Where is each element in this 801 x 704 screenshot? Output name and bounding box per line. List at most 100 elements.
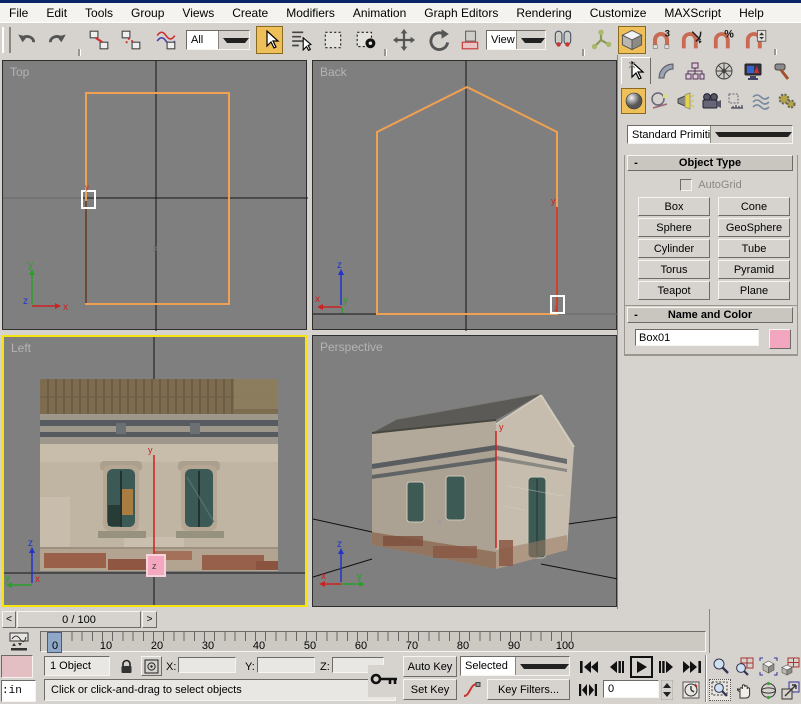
previous-frame-button[interactable] xyxy=(605,657,627,677)
selection-filter-dropdown[interactable]: All xyxy=(186,30,250,50)
object-button-box[interactable]: Box xyxy=(638,197,710,216)
menu-views[interactable]: Views xyxy=(173,4,223,22)
viewport-left-label[interactable]: Left xyxy=(11,341,31,355)
time-slider-prev-button[interactable]: < xyxy=(2,611,16,628)
default-tangent-button[interactable] xyxy=(460,679,484,700)
rectangular-selection-region-button[interactable] xyxy=(320,27,346,53)
object-button-tube[interactable]: Tube xyxy=(718,239,790,258)
select-and-rotate-button[interactable] xyxy=(424,27,452,53)
track-bar-ruler[interactable]: 0 10 20 30 40 50 60 70 80 90 100 xyxy=(40,631,706,653)
y-coordinate-field[interactable] xyxy=(257,657,315,673)
rollout-collapse-icon[interactable]: - xyxy=(628,157,644,169)
object-button-cylinder[interactable]: Cylinder xyxy=(638,239,710,258)
toolbar-drag-handle[interactable] xyxy=(2,27,11,53)
set-key-button[interactable]: Set Key xyxy=(403,679,457,700)
tab-create[interactable] xyxy=(621,57,651,84)
geometry-button[interactable] xyxy=(621,88,647,114)
menu-graph-editors[interactable]: Graph Editors xyxy=(415,4,507,22)
name-color-header[interactable]: - Name and Color xyxy=(627,307,793,323)
systems-button[interactable] xyxy=(775,88,799,114)
viewport-perspective[interactable]: Perspective y x z x y xyxy=(312,335,618,607)
use-center-button[interactable] xyxy=(550,27,576,53)
menu-help[interactable]: Help xyxy=(730,4,773,22)
redo-button[interactable] xyxy=(44,27,70,53)
key-filters-button[interactable]: Key Filters... xyxy=(487,679,570,700)
object-button-torus[interactable]: Torus xyxy=(638,260,710,279)
dropdown-arrow-icon[interactable] xyxy=(217,31,249,49)
shapes-button[interactable] xyxy=(647,88,671,114)
dropdown-arrow-icon[interactable] xyxy=(709,126,792,143)
set-keys-button[interactable] xyxy=(368,665,402,697)
play-animation-button[interactable] xyxy=(630,656,653,678)
menu-group[interactable]: Group xyxy=(122,4,173,22)
select-object-button[interactable] xyxy=(256,26,283,54)
menu-customize[interactable]: Customize xyxy=(581,4,656,22)
auto-key-button[interactable]: Auto Key xyxy=(403,656,457,677)
x-coordinate-field[interactable] xyxy=(178,657,236,673)
arc-rotate-button[interactable] xyxy=(757,679,779,701)
key-mode-dropdown[interactable]: Selected xyxy=(460,656,570,676)
object-button-cone[interactable]: Cone xyxy=(718,197,790,216)
viewport-top-label[interactable]: Top xyxy=(10,65,29,79)
undo-button[interactable] xyxy=(14,27,40,53)
menu-rendering[interactable]: Rendering xyxy=(507,4,580,22)
pan-button[interactable] xyxy=(733,679,755,701)
go-to-end-button[interactable] xyxy=(679,657,705,677)
tab-motion[interactable] xyxy=(709,57,738,84)
dropdown-arrow-icon[interactable] xyxy=(515,31,545,49)
object-color-swatch[interactable] xyxy=(769,329,791,349)
object-name-field[interactable] xyxy=(635,329,759,346)
select-and-link-button[interactable] xyxy=(86,27,112,53)
viewport-back-label[interactable]: Back xyxy=(320,65,347,79)
time-configuration-button[interactable] xyxy=(679,680,702,700)
unlink-selection-button[interactable] xyxy=(118,27,144,53)
object-button-pyramid[interactable]: Pyramid xyxy=(718,260,790,279)
object-button-teapot[interactable]: Teapot xyxy=(638,281,710,300)
tab-utilities[interactable] xyxy=(767,57,796,84)
autogrid-checkbox[interactable] xyxy=(680,179,693,191)
zoom-extents-all-button[interactable] xyxy=(780,655,801,677)
menu-tools[interactable]: Tools xyxy=(76,4,122,22)
window-crossing-button[interactable] xyxy=(352,27,380,53)
time-slider-handle[interactable]: 0 / 100 xyxy=(17,611,141,628)
time-slider-track[interactable]: < 0 / 100 > xyxy=(0,609,709,631)
percent-snap-button[interactable]: % xyxy=(710,27,736,53)
object-button-plane[interactable]: Plane xyxy=(718,281,790,300)
object-button-sphere[interactable]: Sphere xyxy=(638,218,710,237)
frame-spinner[interactable] xyxy=(660,679,674,701)
tab-display[interactable] xyxy=(738,57,767,84)
select-and-scale-button[interactable] xyxy=(458,27,482,53)
viewport-back[interactable]: Back y z z x y xyxy=(312,60,618,331)
key-mode-toggle-button[interactable] xyxy=(576,680,600,700)
snap-3d-button[interactable]: 3 xyxy=(648,27,674,53)
min-max-toggle-button[interactable] xyxy=(780,679,801,701)
helpers-button[interactable] xyxy=(724,88,748,114)
viewport-left[interactable]: Left y z z y x xyxy=(2,335,307,607)
next-frame-button[interactable] xyxy=(656,657,678,677)
bind-to-spacewarp-button[interactable] xyxy=(152,27,180,53)
open-mini-curve-editor-button[interactable] xyxy=(4,631,34,652)
select-and-manipulate-button[interactable] xyxy=(588,27,614,53)
spinner-snap-button[interactable] xyxy=(742,27,768,53)
current-frame-field[interactable] xyxy=(603,680,659,698)
angle-snap-button[interactable] xyxy=(678,27,704,53)
menu-animation[interactable]: Animation xyxy=(344,4,415,22)
track-bar[interactable]: 0 10 20 30 40 50 60 70 80 90 100 xyxy=(0,630,709,654)
absolute-mode-button[interactable] xyxy=(141,656,162,676)
zoom-button[interactable] xyxy=(709,655,731,677)
object-button-geosphere[interactable]: GeoSphere xyxy=(718,218,790,237)
selection-lock-button[interactable] xyxy=(117,657,136,676)
viewport-top[interactable]: Top y y x z x xyxy=(2,60,308,331)
time-slider-next-button[interactable]: > xyxy=(142,611,157,628)
zoom-all-button[interactable] xyxy=(733,655,755,677)
viewport-perspective-label[interactable]: Perspective xyxy=(320,340,383,354)
listener-input-line[interactable]: :in xyxy=(1,680,36,702)
dropdown-arrow-icon[interactable] xyxy=(514,657,569,675)
tab-modify[interactable] xyxy=(651,57,680,84)
select-by-name-button[interactable] xyxy=(288,27,314,53)
menu-edit[interactable]: Edit xyxy=(37,4,76,22)
snaps-toggle-button[interactable] xyxy=(618,26,646,54)
spacewarps-button[interactable] xyxy=(749,88,773,114)
region-zoom-button[interactable] xyxy=(709,679,731,701)
go-to-start-button[interactable] xyxy=(576,657,602,677)
